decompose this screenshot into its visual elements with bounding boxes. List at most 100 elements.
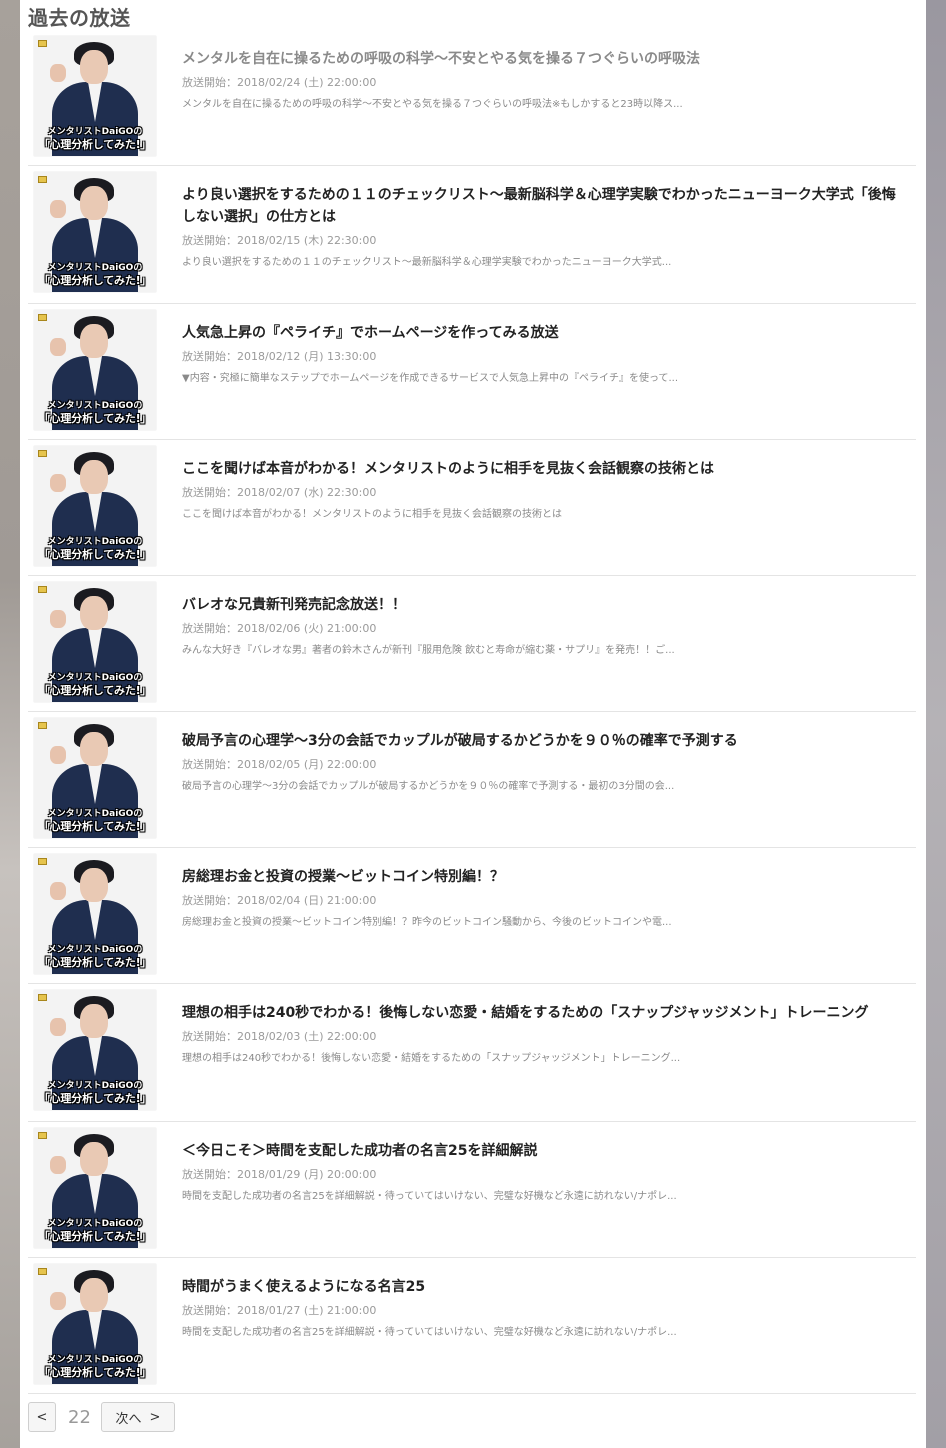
thumbnail-caption-line2: 「心理分析してみた!」	[38, 1230, 152, 1243]
next-page-button[interactable]: 次へ >	[100, 1402, 175, 1432]
broadcast-thumbnail: メンタリストDaiGOの 「心理分析してみた!」	[34, 854, 156, 974]
broadcast-start-time: 放送開始：2018/02/07 (水) 22:30:00	[182, 486, 377, 499]
broadcast-item[interactable]: メンタリストDaiGOの 「心理分析してみた!」 ここを聞けば本音がわかる！メン…	[28, 440, 916, 576]
broadcast-info: メンタルを自在に操るための呼吸の科学〜不安とやる気を操る７つぐらいの呼吸法 放送…	[182, 48, 902, 111]
broadcast-item[interactable]: メンタリストDaiGOの 「心理分析してみた!」 メンタルを自在に操るための呼吸…	[28, 30, 916, 166]
thumbnail-caption: メンタリストDaiGOの 「心理分析してみた!」	[36, 127, 154, 152]
broadcast-description: 時間を支配した成功者の名言25を詳細解説・待っていてはいけない、完璧な好機など永…	[182, 1327, 677, 1338]
broadcast-description: みんな大好き『バレオな男』著者の鈴木さんが新刊『服用危険 飲むと寿命が縮む薬・サ…	[182, 645, 675, 656]
broadcast-title[interactable]: 理想の相手は240秒でわかる！後悔しない恋愛・結婚をするための「スナップジャッジ…	[182, 1002, 902, 1024]
broadcast-item[interactable]: メンタリストDaiGOの 「心理分析してみた!」 破局予言の心理学〜3分の会話で…	[28, 712, 916, 848]
thumbnail-caption-line2: 「心理分析してみた!」	[38, 548, 152, 561]
thumbnail-caption-line1: メンタリストDaiGOの	[47, 127, 143, 137]
thumbnail-caption-line1: メンタリストDaiGOの	[47, 537, 143, 547]
broadcast-item[interactable]: メンタリストDaiGOの 「心理分析してみた!」 バレオな兄貴新刊発売記念放送！…	[28, 576, 916, 712]
thumbnail-caption-line1: メンタリストDaiGOの	[47, 673, 143, 683]
broadcast-start-time: 放送開始：2018/01/29 (月) 20:00:00	[182, 1168, 377, 1181]
broadcast-title[interactable]: より良い選択をするための１１のチェックリスト〜最新脳科学＆心理学実験でわかったニ…	[182, 184, 902, 228]
broadcast-title[interactable]: バレオな兄貴新刊発売記念放送！！	[182, 594, 902, 616]
prev-page-button[interactable]: <	[28, 1402, 56, 1432]
broadcast-title[interactable]: ＜今日こそ＞時間を支配した成功者の名言25を詳細解説	[182, 1140, 902, 1162]
broadcast-thumbnail: メンタリストDaiGOの 「心理分析してみた!」	[34, 446, 156, 566]
broadcast-info: 理想の相手は240秒でわかる！後悔しない恋愛・結婚をするための「スナップジャッジ…	[182, 1002, 902, 1065]
broadcast-thumbnail: メンタリストDaiGOの 「心理分析してみた!」	[34, 310, 156, 430]
broadcast-title[interactable]: メンタルを自在に操るための呼吸の科学〜不安とやる気を操る７つぐらいの呼吸法	[182, 48, 902, 70]
thumbnail-person-face	[80, 324, 108, 358]
thumbnail-person-face	[80, 186, 108, 220]
thumbnail-caption: メンタリストDaiGOの 「心理分析してみた!」	[36, 401, 154, 426]
broadcast-info: 破局予言の心理学〜3分の会話でカップルが破局するかどうかを９０％の確率で予測する…	[182, 730, 902, 793]
thumbnail-caption-line2: 「心理分析してみた!」	[38, 138, 152, 151]
thumbnail-caption-line1: メンタリストDaiGOの	[47, 263, 143, 273]
thumbnail-caption: メンタリストDaiGOの 「心理分析してみた!」	[36, 1081, 154, 1106]
thumbnail-caption-line2: 「心理分析してみた!」	[38, 684, 152, 697]
thumbnail-person-face	[80, 732, 108, 766]
broadcast-start-time: 放送開始：2018/02/15 (木) 22:30:00	[182, 234, 377, 247]
broadcast-description: ここを聞けば本音がわかる！メンタリストのように相手を見抜く会話観察の技術とは	[182, 509, 562, 520]
broadcast-start-time: 放送開始：2018/02/03 (土) 22:00:00	[182, 1030, 377, 1043]
broadcast-thumbnail-link[interactable]: メンタリストDaiGOの 「心理分析してみた!」	[34, 990, 156, 1110]
broadcast-item[interactable]: メンタリストDaiGOの 「心理分析してみた!」 人気急上昇の『ペライチ』でホー…	[28, 304, 916, 440]
pagination: < 22 次へ >	[28, 1402, 175, 1432]
next-page-label: 次へ	[115, 1411, 142, 1427]
thumbnail-caption-line1: メンタリストDaiGOの	[47, 401, 143, 411]
thumbnail-caption: メンタリストDaiGOの 「心理分析してみた!」	[36, 673, 154, 698]
background-right-edge	[926, 0, 946, 1448]
thumbnail-person-hand	[50, 1018, 66, 1036]
thumbnail-person-hand	[50, 882, 66, 900]
archive-flag-icon	[38, 858, 47, 865]
broadcast-thumbnail-link[interactable]: メンタリストDaiGOの 「心理分析してみた!」	[34, 446, 156, 566]
thumbnail-caption: メンタリストDaiGOの 「心理分析してみた!」	[36, 1219, 154, 1244]
broadcast-title[interactable]: 房総理お金と投資の授業〜ビットコイン特別編！？	[182, 866, 902, 888]
broadcast-item[interactable]: メンタリストDaiGOの 「心理分析してみた!」 時間がうまく使えるようになる名…	[28, 1258, 916, 1394]
broadcast-title[interactable]: 時間がうまく使えるようになる名言25	[182, 1276, 902, 1298]
thumbnail-person-hand	[50, 338, 66, 356]
broadcast-description: 理想の相手は240秒でわかる！後悔しない恋愛・結婚をするための「スナップジャッジ…	[182, 1053, 681, 1064]
broadcast-thumbnail: メンタリストDaiGOの 「心理分析してみた!」	[34, 1264, 156, 1384]
broadcast-thumbnail-link[interactable]: メンタリストDaiGOの 「心理分析してみた!」	[34, 36, 156, 156]
thumbnail-caption-line2: 「心理分析してみた!」	[38, 1366, 152, 1379]
broadcast-thumbnail-link[interactable]: メンタリストDaiGOの 「心理分析してみた!」	[34, 310, 156, 430]
broadcast-info: 時間がうまく使えるようになる名言25 放送開始：2018/01/27 (土) 2…	[182, 1276, 902, 1339]
thumbnail-person-hand	[50, 746, 66, 764]
broadcast-thumbnail-link[interactable]: メンタリストDaiGOの 「心理分析してみた!」	[34, 1128, 156, 1248]
broadcast-title[interactable]: ここを聞けば本音がわかる！メンタリストのように相手を見抜く会話観察の技術とは	[182, 458, 902, 480]
thumbnail-person-face	[80, 50, 108, 84]
broadcast-title[interactable]: 人気急上昇の『ペライチ』でホームページを作ってみる放送	[182, 322, 902, 344]
broadcast-description: 破局予言の心理学〜3分の会話でカップルが破局するかどうかを９０％の確率で予測する…	[182, 781, 675, 792]
broadcast-info: ＜今日こそ＞時間を支配した成功者の名言25を詳細解説 放送開始：2018/01/…	[182, 1140, 902, 1203]
thumbnail-person-hand	[50, 200, 66, 218]
thumbnail-person-hand	[50, 64, 66, 82]
broadcast-thumbnail-link[interactable]: メンタリストDaiGOの 「心理分析してみた!」	[34, 1264, 156, 1384]
broadcast-item[interactable]: メンタリストDaiGOの 「心理分析してみた!」 より良い選択をするための１１の…	[28, 166, 916, 304]
thumbnail-caption-line2: 「心理分析してみた!」	[38, 820, 152, 833]
broadcast-thumbnail-link[interactable]: メンタリストDaiGOの 「心理分析してみた!」	[34, 582, 156, 702]
archive-flag-icon	[38, 1268, 47, 1275]
broadcast-title[interactable]: 破局予言の心理学〜3分の会話でカップルが破局するかどうかを９０％の確率で予測する	[182, 730, 902, 752]
broadcast-thumbnail-link[interactable]: メンタリストDaiGOの 「心理分析してみた!」	[34, 172, 156, 292]
broadcast-thumbnail-link[interactable]: メンタリストDaiGOの 「心理分析してみた!」	[34, 854, 156, 974]
thumbnail-caption: メンタリストDaiGOの 「心理分析してみた!」	[36, 945, 154, 970]
thumbnail-caption-line2: 「心理分析してみた!」	[38, 956, 152, 969]
broadcast-description: 時間を支配した成功者の名言25を詳細解説・待っていてはいけない、完璧な好機など永…	[182, 1191, 677, 1202]
broadcast-info: 人気急上昇の『ペライチ』でホームページを作ってみる放送 放送開始：2018/02…	[182, 322, 902, 385]
archive-flag-icon	[38, 586, 47, 593]
broadcast-item[interactable]: メンタリストDaiGOの 「心理分析してみた!」 房総理お金と投資の授業〜ビット…	[28, 848, 916, 984]
thumbnail-caption-line2: 「心理分析してみた!」	[38, 412, 152, 425]
broadcast-thumbnail-link[interactable]: メンタリストDaiGOの 「心理分析してみた!」	[34, 718, 156, 838]
thumbnail-person-face	[80, 1278, 108, 1312]
broadcast-thumbnail: メンタリストDaiGOの 「心理分析してみた!」	[34, 718, 156, 838]
section-heading: 過去の放送	[28, 6, 131, 30]
thumbnail-caption-line2: 「心理分析してみた!」	[38, 1092, 152, 1105]
broadcast-thumbnail: メンタリストDaiGOの 「心理分析してみた!」	[34, 172, 156, 292]
archive-flag-icon	[38, 994, 47, 1001]
broadcast-description: メンタルを自在に操るための呼吸の科学〜不安とやる気を操る７つぐらいの呼吸法※もし…	[182, 99, 683, 110]
broadcast-description: 房総理お金と投資の授業〜ビットコイン特別編！？昨今のビットコイン騒動から、今後の…	[182, 917, 672, 928]
archive-flag-icon	[38, 1132, 47, 1139]
thumbnail-person-face	[80, 596, 108, 630]
thumbnail-person-face	[80, 460, 108, 494]
chevron-right-icon: >	[149, 1409, 161, 1425]
broadcast-item[interactable]: メンタリストDaiGOの 「心理分析してみた!」 ＜今日こそ＞時間を支配した成功…	[28, 1122, 916, 1258]
broadcast-item[interactable]: メンタリストDaiGOの 「心理分析してみた!」 理想の相手は240秒でわかる！…	[28, 984, 916, 1122]
archive-flag-icon	[38, 40, 47, 47]
